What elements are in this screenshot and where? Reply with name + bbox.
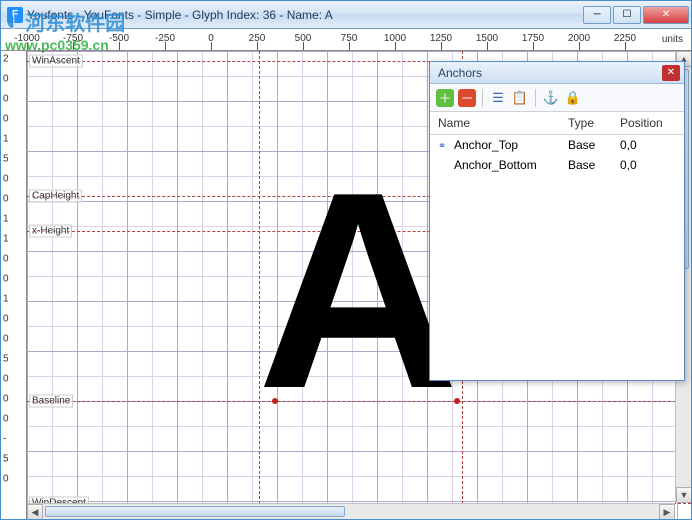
anchor-type: Base	[568, 138, 620, 152]
ruler-v-label: 0	[3, 394, 9, 405]
ruler-units: units	[662, 34, 683, 45]
scrollbar-horizontal[interactable]: ◀ ▶	[27, 503, 675, 519]
col-type[interactable]: Type	[568, 116, 620, 130]
col-position[interactable]: Position	[620, 116, 676, 130]
panel-toolbar: ＋ － ☰ 📋 ⚓ 🔒	[430, 84, 684, 112]
ruler-v-label: 0	[3, 174, 9, 185]
ruler-horizontal: units -1000-750-500-25002505007501000125…	[1, 29, 691, 51]
ruler-v-label: 5	[3, 154, 9, 165]
toolbar-separator-2	[535, 89, 536, 107]
anchor-point-left[interactable]	[272, 398, 278, 404]
ruler-v-label: 0	[3, 414, 9, 425]
scroll-right-button[interactable]: ▶	[659, 504, 675, 519]
ruler-v-label: 1	[3, 234, 9, 245]
label-baseline: Baseline	[29, 395, 73, 408]
anchor-type: Base	[568, 158, 620, 172]
remove-anchor-icon[interactable]: －	[458, 89, 476, 107]
ruler-v-label: 0	[3, 474, 9, 485]
ruler-v-label: 1	[3, 214, 9, 225]
ruler-v-label: 0	[3, 274, 9, 285]
ruler-v-label: 2	[3, 54, 9, 65]
link-icon: ⚭	[438, 141, 450, 149]
maximize-button[interactable]: ☐	[613, 6, 641, 24]
panel-body: ⚭ Anchor_Top Base 0,0 ⚭Anchor_Bottom Base…	[430, 135, 684, 380]
ruler-v-label: 1	[3, 294, 9, 305]
clipboard-icon[interactable]: 📋	[511, 89, 529, 107]
anchor-position: 0,0	[620, 158, 676, 172]
window-title: Youfonts - YouFonts - Simple - Glyph Ind…	[27, 8, 583, 22]
panel-titlebar[interactable]: Anchors ✕	[430, 62, 684, 84]
app-icon: F	[7, 7, 23, 23]
list-icon[interactable]: ☰	[489, 89, 507, 107]
app-window: F Youfonts - YouFonts - Simple - Glyph I…	[0, 0, 692, 520]
anchor-name: Anchor_Bottom	[454, 158, 537, 172]
window-buttons: ─ ☐ ✕	[583, 6, 689, 24]
anchor-point-right[interactable]	[454, 398, 460, 404]
anchor-row[interactable]: ⚭ Anchor_Top Base 0,0	[430, 135, 684, 155]
ruler-v-label: 0	[3, 374, 9, 385]
scroll-down-button[interactable]: ▼	[676, 487, 691, 503]
panel-column-headers: Name Type Position	[430, 112, 684, 135]
anchors-panel[interactable]: Anchors ✕ ＋ － ☰ 📋 ⚓ 🔒 Name Type Position…	[429, 61, 685, 381]
titlebar[interactable]: F Youfonts - YouFonts - Simple - Glyph I…	[1, 1, 691, 29]
ruler-v-label: 0	[3, 194, 9, 205]
lock-icon[interactable]: 🔒	[564, 89, 582, 107]
ruler-v-label: 0	[3, 74, 9, 85]
ruler-v-label: 0	[3, 94, 9, 105]
ruler-vertical: 2 0 0 0 1 5 0 0 1 1 0 0 1 0 0 5 0 0 0 - 5 0	[1, 51, 27, 519]
scroll-thumb-h[interactable]	[45, 506, 345, 517]
panel-close-button[interactable]: ✕	[662, 65, 680, 81]
ruler-v-label: 0	[3, 114, 9, 125]
close-button[interactable]: ✕	[643, 6, 689, 24]
toolbar-separator	[482, 89, 483, 107]
ruler-v-label: 5	[3, 454, 9, 465]
scroll-left-button[interactable]: ◀	[27, 504, 43, 519]
panel-title-text: Anchors	[438, 66, 662, 80]
label-capheight: CapHeight	[29, 190, 82, 203]
anchor-icon[interactable]: ⚓	[542, 89, 560, 107]
anchor-name: Anchor_Top	[454, 138, 518, 152]
minimize-button[interactable]: ─	[583, 6, 611, 24]
anchor-position: 0,0	[620, 138, 676, 152]
ruler-v-label: 5	[3, 354, 9, 365]
anchor-row[interactable]: ⚭Anchor_Bottom Base 0,0	[430, 155, 684, 175]
add-anchor-icon[interactable]: ＋	[436, 89, 454, 107]
ruler-v-label: -	[3, 434, 6, 445]
ruler-v-label: 0	[3, 254, 9, 265]
col-name[interactable]: Name	[438, 116, 568, 130]
ruler-v-label: 0	[3, 334, 9, 345]
ruler-v-label: 0	[3, 314, 9, 325]
ruler-v-label: 1	[3, 134, 9, 145]
label-winascent: WinAscent	[29, 55, 83, 68]
label-xheight: x-Height	[29, 225, 72, 238]
